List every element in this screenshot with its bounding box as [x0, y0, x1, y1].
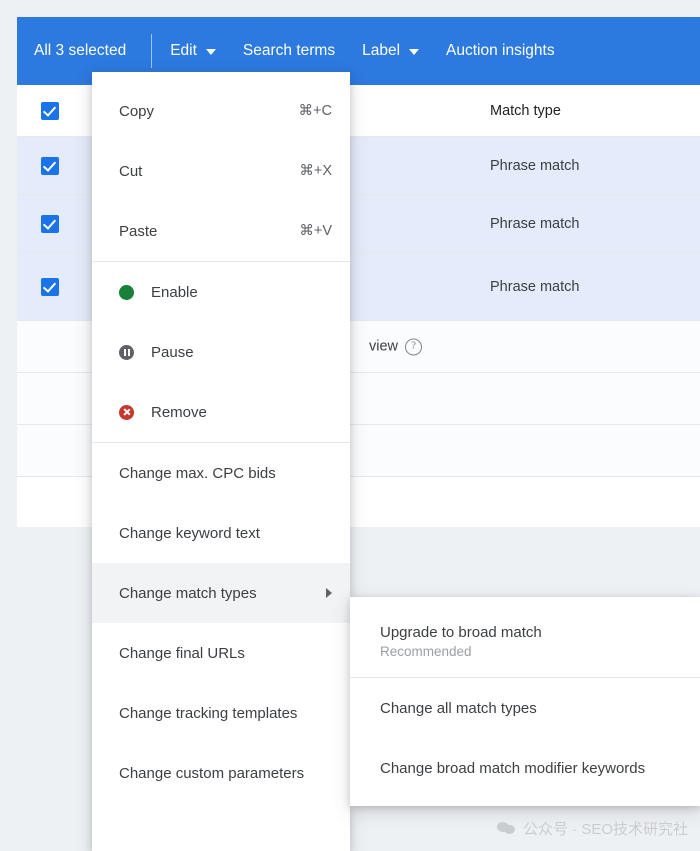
change-match-types-submenu: Upgrade to broad match Recommended Chang… [350, 597, 700, 806]
search-terms-label: Search terms [242, 42, 336, 59]
match-type-cell: Phrase match [490, 157, 580, 174]
match-type-cell: Phrase match [490, 215, 580, 232]
match-type-cell: Phrase match [490, 278, 580, 295]
menu-item-label: Change max. CPC bids [119, 464, 276, 482]
menu-item-label: Remove [151, 403, 207, 421]
menu-item-change-match-types[interactable]: Change match types [92, 563, 350, 623]
submenu-item-change-broad-match-modifier-keywords[interactable]: Change broad match modifier keywords [350, 738, 700, 798]
menu-item-label: Pause [151, 343, 194, 361]
view-label-cell: view ? [369, 338, 423, 355]
menu-item-label: Change match types [119, 584, 257, 602]
menu-item-label: Copy [119, 102, 155, 120]
menu-item-shortcut: ⌘+C [298, 103, 332, 119]
menu-item-label: Change custom parameters [119, 764, 305, 782]
chevron-down-icon [205, 49, 216, 55]
menu-item-shortcut: ⌘+X [299, 163, 332, 179]
help-icon[interactable]: ? [405, 338, 423, 355]
row-checkbox[interactable] [41, 214, 59, 233]
menu-item-label: Change final URLs [119, 644, 245, 662]
submenu-item-upgrade-to-broad-match[interactable]: Upgrade to broad match Recommended [350, 605, 700, 677]
menu-item-label: Enable [151, 283, 198, 301]
edit-context-menu: Copy ⌘+C Cut ⌘+X Paste ⌘+V Enable Pause … [92, 72, 350, 851]
toolbar-divider [151, 34, 153, 68]
menu-item-change-final-urls[interactable]: Change final URLs [92, 623, 350, 683]
status-enabled-icon [119, 284, 134, 300]
row-checkbox[interactable] [41, 277, 59, 296]
view-label: view [369, 338, 399, 355]
menu-item-change-custom-parameters[interactable]: Change custom parameters [92, 743, 350, 803]
submenu-item-sublabel: Recommended [380, 643, 472, 659]
submenu-item-label: Change all match types [380, 699, 537, 717]
menu-item-paste[interactable]: Paste ⌘+V [92, 201, 350, 261]
submenu-item-label: Change broad match modifier keywords [380, 759, 646, 777]
menu-item-enable[interactable]: Enable [92, 262, 350, 322]
auction-insights-label: Auction insights [446, 42, 555, 59]
watermark: 公众号 · SEO技术研究社 [496, 818, 688, 839]
watermark-text: 公众号 · SEO技术研究社 [522, 821, 688, 838]
chevron-right-icon [326, 588, 332, 598]
menu-item-label: Change keyword text [119, 524, 260, 542]
match-type-header: Match type [490, 102, 561, 119]
chevron-down-icon [409, 49, 420, 55]
status-paused-icon [119, 344, 134, 360]
menu-item-change-tracking-templates[interactable]: Change tracking templates [92, 683, 350, 743]
menu-item-pause[interactable]: Pause [92, 322, 350, 382]
menu-item-label: Change tracking templates [119, 704, 298, 722]
menu-item-remove[interactable]: Remove [92, 382, 350, 442]
label-menu-label: Label [362, 42, 401, 59]
menu-item-label: Cut [119, 162, 143, 180]
row-checkbox[interactable] [41, 156, 59, 175]
menu-item-cut[interactable]: Cut ⌘+X [92, 141, 350, 201]
edit-menu-label: Edit [170, 42, 197, 59]
submenu-item-label: Upgrade to broad match [380, 623, 542, 641]
row-checkbox[interactable] [41, 101, 59, 120]
menu-item-shortcut: ⌘+V [299, 223, 332, 239]
menu-item-label: Paste [119, 222, 158, 240]
wechat-icon [496, 821, 516, 836]
menu-item-copy[interactable]: Copy ⌘+C [92, 81, 350, 141]
menu-item-change-keyword-text[interactable]: Change keyword text [92, 503, 350, 563]
label-menu-button[interactable]: Label [362, 17, 420, 85]
menu-item-change-max-cpc-bids[interactable]: Change max. CPC bids [92, 443, 350, 503]
submenu-item-change-all-match-types[interactable]: Change all match types [350, 678, 700, 738]
status-removed-icon [119, 404, 134, 420]
auction-insights-button[interactable]: Auction insights [446, 17, 555, 85]
